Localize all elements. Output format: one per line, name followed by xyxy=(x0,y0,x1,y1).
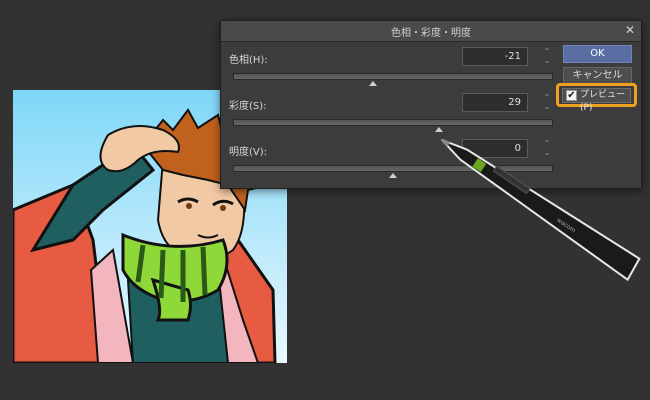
saturation-label: 彩度(S): xyxy=(229,101,267,112)
dialog-titlebar[interactable]: 色相・彩度・明度 ✕ xyxy=(221,21,641,42)
chevron-down-icon[interactable]: ⌄ xyxy=(542,102,552,111)
hue-value-field[interactable]: -21 xyxy=(462,47,528,66)
brightness-slider-thumb[interactable] xyxy=(389,173,397,178)
preview-label: プレビュー(P) xyxy=(580,90,626,113)
chevron-down-icon[interactable]: ⌄ xyxy=(542,148,552,157)
brightness-label: 明度(V): xyxy=(229,147,268,158)
close-icon[interactable]: ✕ xyxy=(625,23,635,37)
hue-label: 色相(H): xyxy=(229,55,268,66)
hue-slider-thumb[interactable] xyxy=(369,81,377,86)
chevron-up-icon[interactable]: ⌃ xyxy=(542,139,552,148)
chevron-up-icon[interactable]: ⌃ xyxy=(542,93,552,102)
hue-slider-track[interactable] xyxy=(233,73,553,80)
chevron-up-icon[interactable]: ⌃ xyxy=(542,47,552,56)
saturation-slider-track[interactable] xyxy=(233,119,553,126)
checkmark-icon[interactable]: ✔ xyxy=(566,90,577,101)
saturation-value-field[interactable]: 29 xyxy=(462,93,528,112)
saturation-slider-thumb[interactable] xyxy=(435,127,443,132)
ok-button[interactable]: OK xyxy=(563,45,632,63)
chevron-down-icon[interactable]: ⌄ xyxy=(542,56,552,65)
brightness-slider-track[interactable] xyxy=(233,165,553,172)
preview-checkbox-button[interactable]: ✔ プレビュー(P) xyxy=(562,88,631,113)
brightness-spinner[interactable]: ⌃ ⌄ xyxy=(542,139,552,159)
saturation-spinner[interactable]: ⌃ ⌄ xyxy=(542,93,552,113)
brightness-value-field[interactable]: 0 xyxy=(462,139,528,158)
dialog-title: 色相・彩度・明度 xyxy=(391,28,471,39)
preview-highlight: ✔ プレビュー(P) xyxy=(556,83,637,113)
hue-saturation-dialog: 色相・彩度・明度 ✕ 色相(H): -21 ⌃ ⌄ 彩度(S): 29 ⌃ ⌄ … xyxy=(220,20,642,189)
hue-spinner[interactable]: ⌃ ⌄ xyxy=(542,47,552,67)
